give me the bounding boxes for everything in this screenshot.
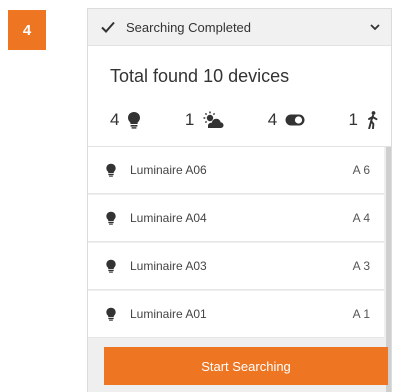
daylight-sensor-count-value: 1 [184, 110, 195, 129]
walking-person-icon [368, 111, 378, 129]
bulb-icon [106, 163, 116, 177]
bulb-icon [106, 259, 116, 273]
screen: 4 Searching Completed Total found 10 dev… [0, 0, 399, 392]
motion-sensor-count-value: 1 [348, 110, 358, 129]
devices-found-title: Total found 10 devices [110, 66, 290, 86]
chevron-down-icon[interactable] [369, 21, 381, 33]
luminaire-count: 4 [110, 110, 141, 130]
device-code: A 1 [352, 307, 370, 321]
device-name: Luminaire A06 [130, 163, 207, 177]
start-searching-button[interactable]: Start Searching [104, 347, 388, 385]
device-list-item[interactable]: Luminaire A06 A 6 [88, 147, 384, 194]
device-code: A 3 [352, 259, 370, 273]
check-icon [101, 21, 115, 33]
device-search-panel: Searching Completed Total found 10 devic… [87, 8, 392, 392]
daylight-sensor-count: 1 [185, 110, 224, 130]
device-name: Luminaire A04 [130, 211, 207, 225]
toggle-icon [285, 114, 305, 126]
device-list-item[interactable]: Luminaire A04 A 4 [88, 195, 384, 242]
bulb-icon [106, 307, 116, 321]
device-code: A 6 [352, 163, 370, 177]
switch-count: 4 [268, 110, 305, 130]
device-code: A 4 [352, 211, 370, 225]
device-list-item[interactable]: Luminaire A03 A 3 [88, 243, 384, 290]
luminaire-count-value: 4 [110, 110, 120, 129]
switch-count-value: 4 [267, 110, 278, 129]
motion-sensor-count: 1 [349, 110, 380, 130]
sun-cloud-icon [203, 111, 224, 128]
search-status-bar[interactable]: Searching Completed [88, 9, 391, 46]
device-list-item[interactable]: Luminaire A01 A 1 [88, 291, 384, 338]
step-number-badge: 4 [8, 10, 46, 50]
search-status-text: Searching Completed [126, 19, 252, 35]
device-name: Luminaire A01 [130, 307, 207, 321]
bulb-icon [128, 112, 141, 129]
device-type-counts: 4 1 4 1 [110, 108, 380, 132]
device-name: Luminaire A03 [130, 259, 207, 273]
bulb-icon [106, 211, 116, 225]
